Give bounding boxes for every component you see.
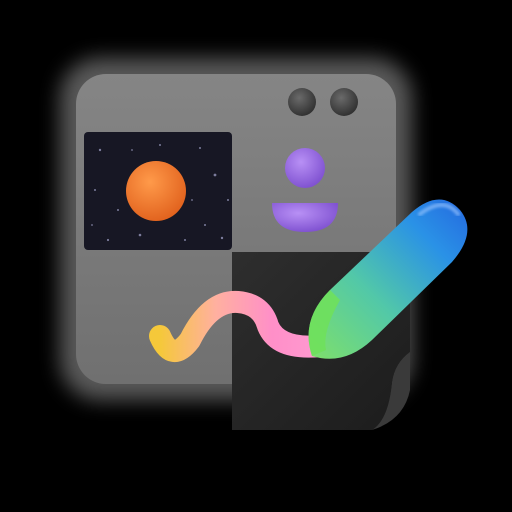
drawing-app-icon bbox=[60, 58, 468, 430]
app-icon-stage bbox=[0, 0, 512, 512]
window-dot-icon bbox=[288, 88, 316, 116]
photo-panel bbox=[84, 132, 232, 250]
window-dot-icon bbox=[330, 88, 358, 116]
sun-icon bbox=[126, 161, 186, 221]
